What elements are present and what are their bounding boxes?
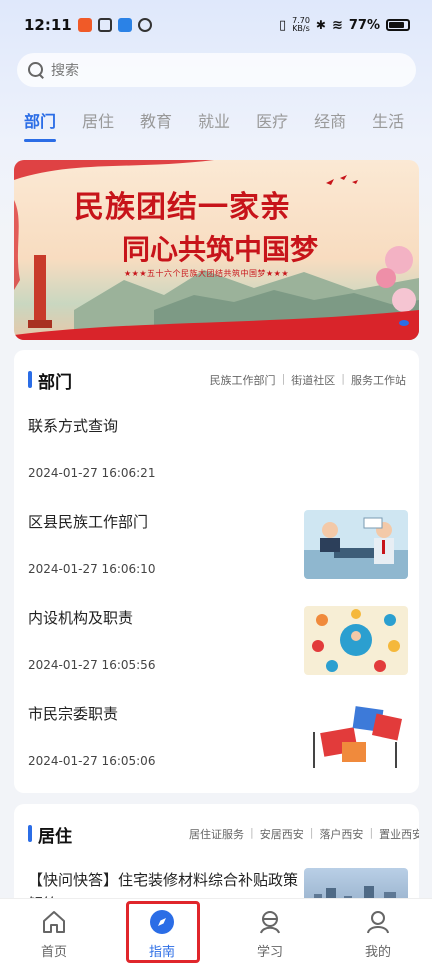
search-bar[interactable]: 搜索 xyxy=(17,53,416,87)
section-header: 部门 民族工作部门 | 街道社区 | 服务工作站 xyxy=(14,350,419,400)
tab-department[interactable]: 部门 xyxy=(24,108,57,142)
tabbar-profile[interactable]: 我的 xyxy=(324,899,432,964)
banner-subtitle: ★★★五十六个民族大团结共筑中国梦★★★ xyxy=(124,269,290,278)
wifi-icon: ≋ xyxy=(331,17,343,33)
tab-housing[interactable]: 居住 xyxy=(82,108,114,142)
net-speed-unit: KB/s xyxy=(292,24,310,33)
banner-title-line1: 民族团结一家亲 xyxy=(74,190,291,225)
battery-icon xyxy=(386,19,410,31)
home-icon xyxy=(43,911,65,933)
bottom-tab-bar: 首页 指南 学习 我的 xyxy=(0,898,432,964)
link-property-xian[interactable]: 置业西安 xyxy=(379,826,419,842)
tabbar-profile-label: 我的 xyxy=(364,945,391,960)
item-date: 2024-01-27 16:05:06 xyxy=(28,754,156,768)
tab-business[interactable]: 经商 xyxy=(314,108,346,142)
item-date: 2024-01-27 16:06:21 xyxy=(28,466,156,480)
link-service-station[interactable]: 服务工作站 xyxy=(351,372,406,388)
banner-title-line2: 同心共筑中国梦 xyxy=(122,233,319,266)
vibrate-icon: ▯ xyxy=(278,17,287,33)
tabbar-guide[interactable]: 指南 xyxy=(108,899,216,964)
section-accent-bar xyxy=(28,825,32,842)
list-item[interactable]: 市民宗委职责 2024-01-27 16:05:06 xyxy=(28,702,408,792)
category-tabs: 部门 居住 教育 就业 医疗 经商 生活 xyxy=(0,108,432,148)
tab-life[interactable]: 生活 xyxy=(372,108,404,142)
item-thumbnail xyxy=(304,606,408,675)
tab-medical[interactable]: 医疗 xyxy=(256,108,288,142)
app-notification-icon-2 xyxy=(117,18,132,32)
tabbar-home-label: 首页 xyxy=(40,945,67,960)
battery-percent: 77% xyxy=(348,17,380,33)
network-speed: 7.70 KB/s xyxy=(292,17,310,33)
list-item[interactable]: 内设机构及职责 2024-01-27 16:05:56 xyxy=(28,606,408,696)
tabbar-guide-label: 指南 xyxy=(148,945,175,960)
section-title: 居住 xyxy=(38,827,72,847)
app-notification-icon xyxy=(77,18,92,32)
item-title: 区县民族工作部门 xyxy=(28,513,149,531)
list-item[interactable]: 区县民族工作部门 2024-01-27 16:06:10 xyxy=(28,510,408,600)
link-residence-permit[interactable]: 居住证服务 xyxy=(189,826,244,842)
bluetooth-icon: ✱ xyxy=(315,18,326,32)
profile-icon xyxy=(367,911,389,934)
section-accent-bar xyxy=(28,371,32,388)
tab-employment[interactable]: 就业 xyxy=(198,108,230,142)
status-bar: 12:11 ▯ 7.70 KB/s ✱ ≋ 77% xyxy=(0,0,432,50)
search-placeholder: 搜索 xyxy=(51,63,79,79)
link-ethnic-affairs-dept[interactable]: 民族工作部门 xyxy=(210,372,276,388)
link-divider: | xyxy=(281,372,286,385)
item-title: 内设机构及职责 xyxy=(28,609,134,627)
tabbar-study-label: 学习 xyxy=(256,945,283,960)
compass-icon xyxy=(150,910,174,934)
link-divider: | xyxy=(309,826,314,839)
tabbar-home[interactable]: 首页 xyxy=(0,899,108,964)
search-icon xyxy=(27,61,45,79)
calendar-notification-icon xyxy=(97,18,112,32)
link-divider: | xyxy=(369,826,374,839)
section-title: 部门 xyxy=(38,373,72,393)
link-divider: | xyxy=(250,826,254,839)
study-icon xyxy=(260,911,280,934)
section-links: 民族工作部门 | 街道社区 | 服务工作站 xyxy=(210,372,406,388)
link-hukou-xian[interactable]: 落户西安 xyxy=(319,826,363,842)
item-date: 2024-01-27 16:05:56 xyxy=(28,658,156,672)
status-time: 12:11 xyxy=(24,16,72,34)
item-title: 联系方式查询 xyxy=(28,417,119,435)
tab-education[interactable]: 教育 xyxy=(140,108,172,142)
list-item[interactable]: 联系方式查询 2024-01-27 16:06:21 xyxy=(28,414,408,504)
link-notification-icon xyxy=(137,18,152,32)
link-divider: | xyxy=(341,372,345,385)
item-title: 市民宗委职责 xyxy=(28,705,119,723)
item-thumbnail xyxy=(304,510,408,579)
item-thumbnail xyxy=(304,702,408,771)
section-links: 居住证服务 | 安居西安 | 落户西安 | 置业西安 xyxy=(189,826,419,842)
tabbar-study[interactable]: 学习 xyxy=(216,899,324,964)
banner[interactable]: 民族团结一家亲 同心共筑中国梦 ★★★五十六个民族大团结共筑中国梦★★★ xyxy=(14,160,419,340)
link-settle-xian[interactable]: 安居西安 xyxy=(260,826,304,842)
section-header: 居住 居住证服务 | 安居西安 | 落户西安 | 置业西安 xyxy=(14,804,419,854)
item-date: 2024-01-27 16:06:10 xyxy=(28,562,156,576)
link-street-community[interactable]: 街道社区 xyxy=(291,372,335,388)
department-section: 部门 民族工作部门 | 街道社区 | 服务工作站 联系方式查询 2024-01-… xyxy=(14,350,419,793)
